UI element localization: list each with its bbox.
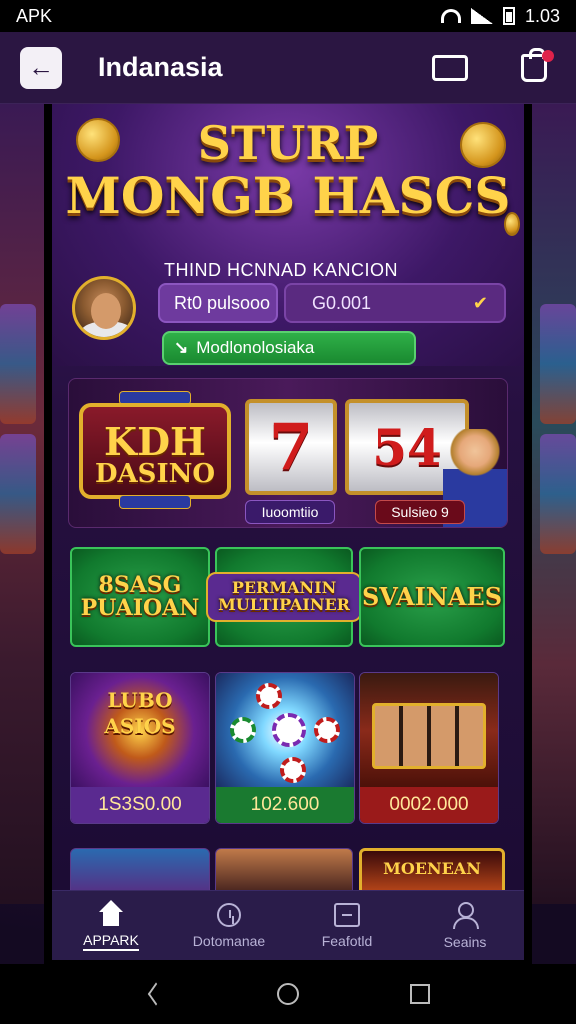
promo-label: Modlonolosiaka [196,338,315,357]
arrow-left-icon: ← [28,52,54,82]
status-icons: 1.03 [440,5,560,27]
category-card[interactable]: 8SASG PUAIOAN [70,547,210,647]
check-icon: ✔ [472,292,488,313]
game-art-label: LUBO ASIOS [104,688,176,738]
game-tile[interactable]: 102.600 [215,672,355,824]
banner-tag-left[interactable]: Iuoomtiio [245,500,335,524]
category-label: PERMANIN MULTIPAINER [206,572,362,622]
game-price: 1S3S0.00 [71,787,209,823]
slot-machine-decoration [540,434,576,554]
home-icon [97,900,125,926]
banner-tag-right[interactable]: Sulsieo 9 [375,500,465,524]
casino-banner[interactable]: KDH DASINO 7 54 Iuoomtiio Sulsieo 9 [68,378,508,528]
game-price: 0002.000 [360,787,498,823]
nav-label: APPARK [83,932,139,951]
wifi-icon [440,9,461,23]
nav-label: Dotomanae [192,932,266,949]
background-right [532,104,576,904]
arrow-icon: ↘ [174,338,189,357]
slot-machine-decoration [0,304,36,424]
status-time: 1.03 [524,5,560,26]
player-name: Rt0 pulsooo [158,283,278,323]
category-card[interactable]: SVAINAES [359,547,505,647]
slot-machine-decoration [540,304,576,424]
circle-home-icon [277,983,299,1005]
user-icon [451,901,479,929]
notification-dot [542,49,554,62]
game-tile[interactable]: 0002.000 [359,672,499,824]
ribbon-decoration [119,495,191,509]
poker-chip-icon [230,717,256,743]
game-art: LUBO ASIOS [71,673,209,789]
app-title: Indanasia [98,52,223,82]
game-art [360,673,498,789]
players-image [372,703,486,769]
signal-icon [470,8,493,24]
game-tile[interactable] [70,848,210,890]
game-price: 102.600 [216,787,354,823]
clock-icon [217,902,241,927]
casino-logo: KDH DASINO [79,403,231,499]
shop-button[interactable] [512,47,556,88]
ticket-icon [432,54,468,81]
back-button[interactable]: ← [20,46,62,89]
card-icon [334,902,360,927]
nav-label: Feafotld [321,932,373,949]
ticket-button[interactable] [428,48,472,88]
category-card[interactable]: PERMANIN MULTIPAINER [206,547,362,647]
system-home-button[interactable] [276,982,300,1006]
triangle-back-icon [147,982,165,1006]
poker-chip-icon [314,717,340,743]
logo-line1: KDH [104,419,206,464]
balance-display[interactable]: G0.001 ✔ [284,283,506,323]
main-content[interactable]: STURP MONGB HASCS THIND HCNNAD KANCION R… [52,104,524,890]
hero-title-line2: MONGB HASCS [65,166,511,225]
system-nav-bar [0,964,576,1024]
game-tile[interactable] [215,848,353,890]
phone-frame: STURP MONGB HASCS THIND HCNNAD KANCION R… [44,104,532,964]
system-back-button[interactable] [144,982,168,1006]
nav-item-featured[interactable]: Feafotld [288,891,406,960]
logo-line2: DASINO [94,459,216,489]
poker-chip-icon [280,757,306,783]
poker-chip-icon [272,713,306,747]
avatar[interactable] [72,276,136,340]
poker-chip-icon [256,683,282,709]
promo-button[interactable]: ↘ Modlonolosiaka [162,331,416,365]
game-tile[interactable]: MOENEAN [359,848,505,890]
status-bar: APK 1.03 [0,0,576,32]
nav-item-history[interactable]: Dotomanae [170,891,288,960]
status-app-label: APK [16,5,53,26]
bottom-nav: APPARK Dotomanae Feafotld Seains [52,890,524,960]
app-bar: ← Indanasia [0,32,576,104]
nav-item-home[interactable]: APPARK [52,891,170,960]
system-recents-button[interactable] [408,982,432,1006]
balance-value: G0.001 [312,292,372,313]
game-tile-label: MOENEAN [383,859,481,878]
hero-subtitle: THIND HCNNAD KANCION [164,260,399,280]
game-art [216,673,354,789]
slot-reel: 7 [245,399,337,495]
battery-icon [502,7,515,25]
screen: APK 1.03 ← Indanasia STURP MONGB HASCS T… [0,0,576,1024]
square-recents-icon [410,984,430,1004]
background-left [0,104,44,904]
nav-label: Seains [443,933,487,950]
nav-item-profile[interactable]: Seains [406,891,524,960]
game-tile[interactable]: LUBO ASIOS 1S3S0.00 [70,672,210,824]
slot-machine-decoration [0,434,36,554]
hero-banner: STURP MONGB HASCS THIND HCNNAD KANCION R… [52,104,524,366]
hero-title-line1: STURP [197,116,379,170]
